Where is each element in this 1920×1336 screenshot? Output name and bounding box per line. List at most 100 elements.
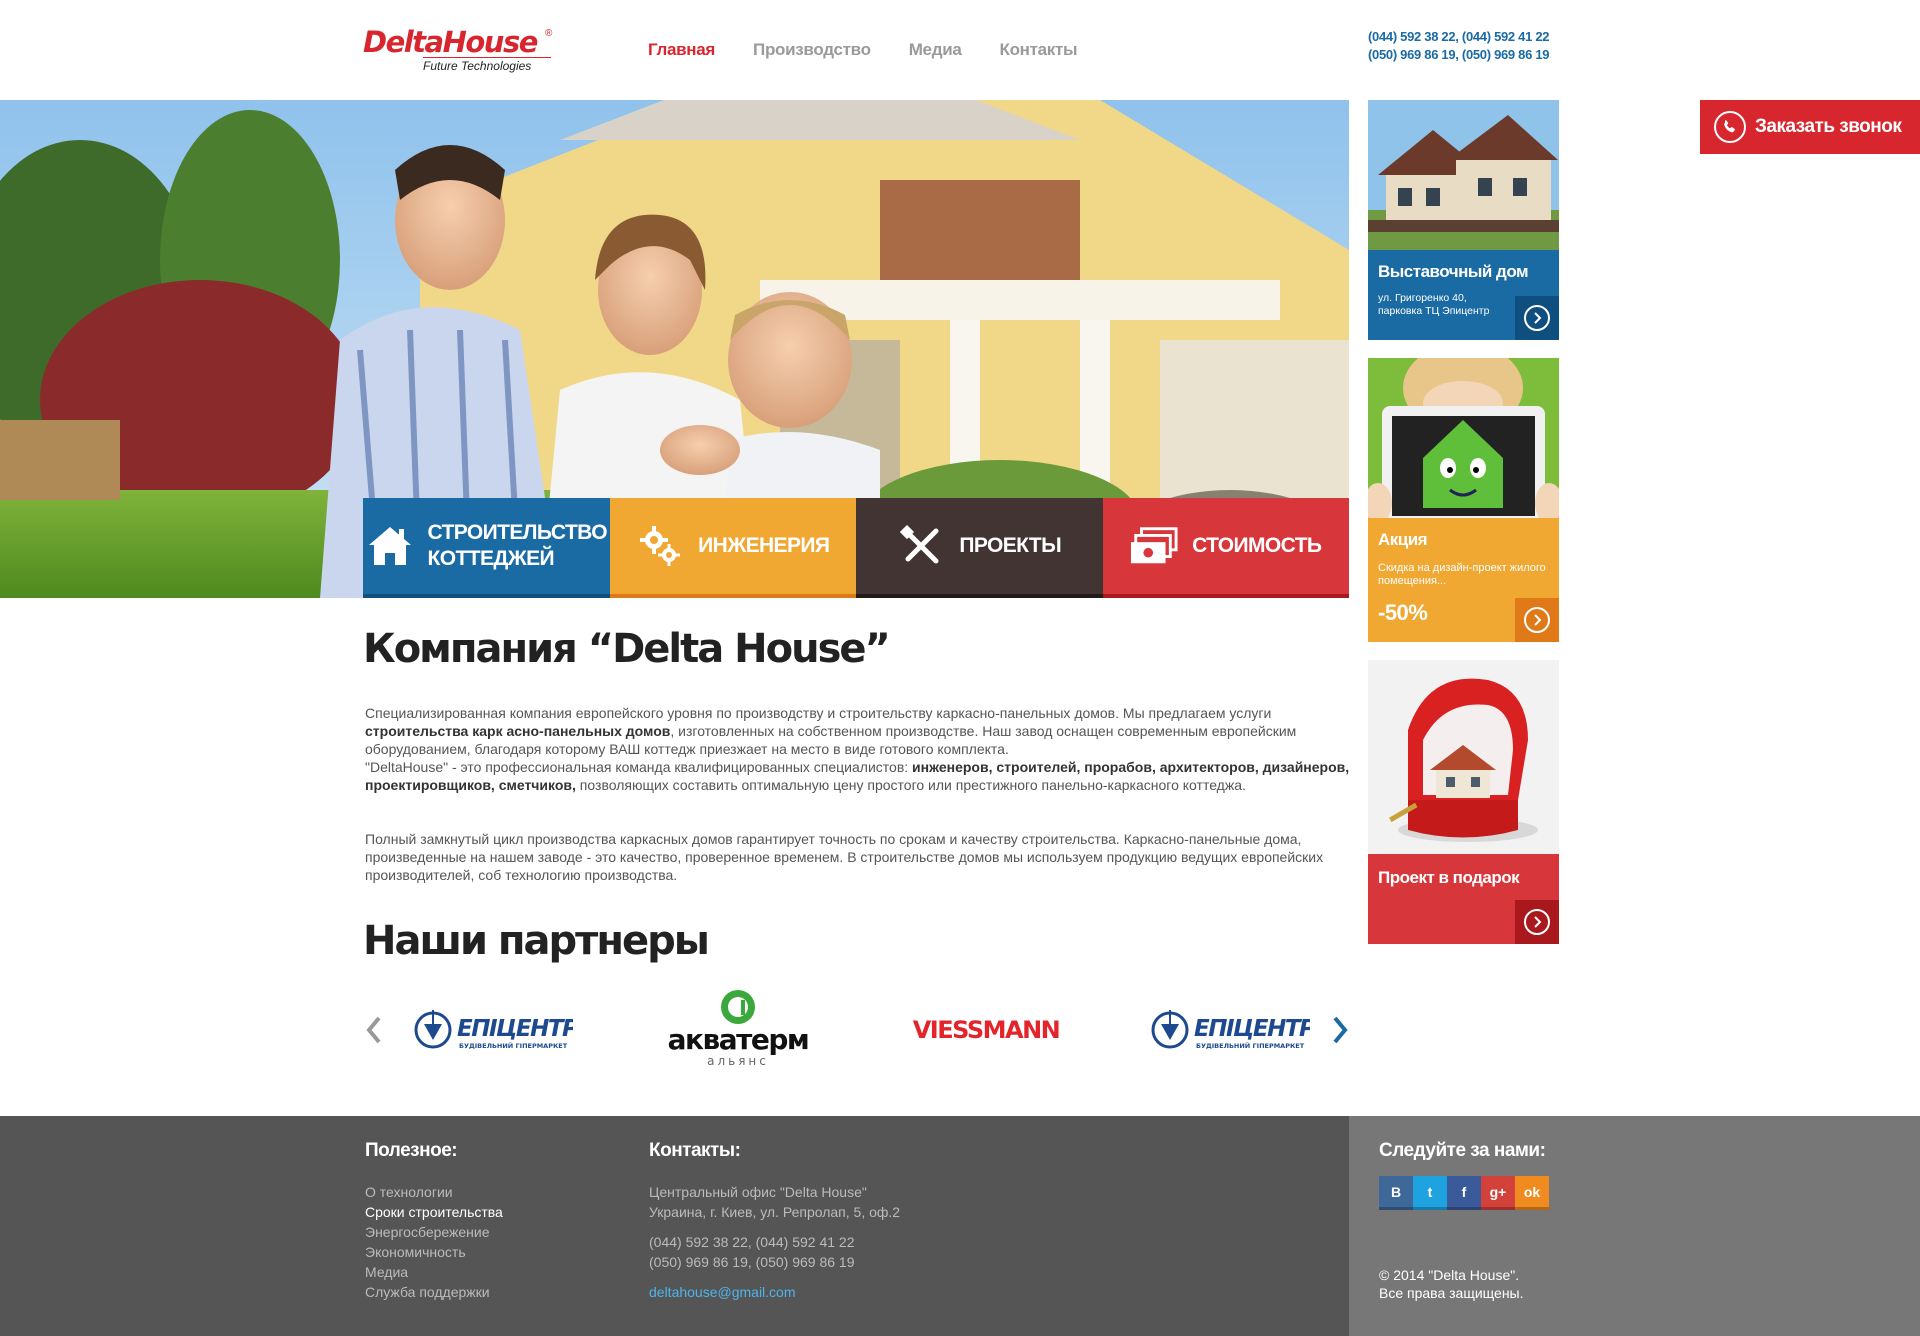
promo-image bbox=[1368, 358, 1559, 523]
exhibition-house-image bbox=[1368, 100, 1559, 250]
page-title: Компания “Delta House” bbox=[363, 626, 891, 672]
exhibition-house-title: Выставочный дом bbox=[1378, 262, 1529, 281]
exhibition-house-go-button[interactable] bbox=[1515, 296, 1559, 340]
card-promo[interactable]: Акция Скидка на дизайн-проект жилого пом… bbox=[1368, 358, 1559, 642]
card-gift-project[interactable]: Проект в подарок bbox=[1368, 660, 1559, 944]
gift-project-go-button[interactable] bbox=[1515, 900, 1559, 944]
logo[interactable]: DeltaHouse ® Future Technologies bbox=[363, 26, 553, 74]
footer-phones-1: (044) 592 38 22, (044) 592 41 22 bbox=[649, 1234, 855, 1250]
nav-item-media[interactable]: Медиа bbox=[909, 40, 962, 60]
intro-text-f: позволяющих составить оптимальную цену п… bbox=[575, 777, 1246, 793]
gift-project-image bbox=[1368, 660, 1559, 854]
logo-tagline: Future Technologies bbox=[423, 57, 551, 73]
tile-projects[interactable]: Проекты bbox=[856, 498, 1103, 598]
footer-contacts: Центральный офис "Delta House" Украина, … bbox=[649, 1182, 900, 1302]
nav-item-contacts[interactable]: Контакты bbox=[1000, 40, 1078, 60]
intro-text-a: Специализированная компания европейского… bbox=[365, 705, 1272, 721]
cycle-paragraph: Полный замкнутый цикл производства карка… bbox=[365, 831, 1324, 883]
header-phones: (044) 592 38 22, (044) 592 41 22 (050) 9… bbox=[1368, 28, 1550, 64]
footer-link-energy-saving[interactable]: Энергосбережение bbox=[365, 1222, 503, 1242]
tile-cost-label: Стоимость bbox=[1192, 534, 1322, 557]
partner-sub-epicenter-2: БУДІВЕЛЬНИЙ ГІПЕРМАРКЕТ bbox=[1196, 1041, 1305, 1050]
tile-cottage-label: Строительство коттеджей bbox=[427, 520, 608, 572]
chevron-right-icon bbox=[1524, 607, 1550, 633]
partner-logo-viessmann[interactable]: VIESSMANN bbox=[901, 980, 1071, 1080]
social-facebook-button[interactable]: f bbox=[1447, 1176, 1481, 1210]
googleplus-icon: g+ bbox=[1489, 1183, 1507, 1200]
partners-title: Наши партнеры bbox=[363, 918, 710, 964]
footer-email-link[interactable]: deltahouse@gmail.com bbox=[649, 1282, 900, 1302]
tile-engineering-label: Инженерия bbox=[698, 534, 830, 557]
copyright: © 2014 "Delta House". Все права защищены… bbox=[1379, 1266, 1524, 1302]
promo-panel: Акция Скидка на дизайн-проект жилого пом… bbox=[1368, 518, 1559, 642]
header-phones-line1: (044) 592 38 22, (044) 592 41 22 bbox=[1368, 29, 1550, 44]
social-odnoklassniki-button[interactable]: ok bbox=[1515, 1176, 1549, 1210]
tile-cottage-construction[interactable]: Строительство коттеджей bbox=[363, 498, 610, 598]
tile-engineering[interactable]: Инженерия bbox=[609, 498, 856, 598]
footer-useful-links: О технологии Сроки строительства Энергос… bbox=[365, 1182, 503, 1302]
partner-logo-epicenter-1[interactable]: ЕПІЦЕНТР БУДІВЕЛЬНИЙ ГІПЕРМАРКЕТ bbox=[408, 980, 578, 1080]
house-icon bbox=[366, 522, 414, 570]
exhibition-house-panel: Выставочный дом ул. Григоренко 40, парко… bbox=[1368, 250, 1559, 340]
tile-cottage-label-line2: коттеджей bbox=[427, 547, 555, 570]
nav-item-production[interactable]: Производство bbox=[753, 40, 871, 60]
partner-name-epicenter-1: ЕПІЦЕНТР bbox=[457, 1016, 573, 1042]
callback-label: Заказать звонок bbox=[1755, 116, 1902, 137]
chevron-right-icon bbox=[1333, 1016, 1348, 1044]
logo-registered-mark: ® bbox=[545, 28, 553, 39]
partner-name-akvaterm: акватерм bbox=[668, 1023, 809, 1056]
footer-link-media[interactable]: Медиа bbox=[365, 1262, 503, 1282]
facebook-icon: f bbox=[1461, 1183, 1467, 1200]
copyright-line2: Все права защищены. bbox=[1379, 1285, 1524, 1301]
footer-office: Центральный офис "Delta House" bbox=[649, 1184, 867, 1200]
footer-link-construction-terms[interactable]: Сроки строительства bbox=[365, 1202, 503, 1222]
tile-projects-label: Проекты bbox=[959, 534, 1062, 557]
intro-text-d: "DeltaHouse" - это профессиональная кома… bbox=[365, 759, 913, 775]
chevron-right-icon bbox=[1524, 305, 1550, 331]
header: DeltaHouse ® Future Technologies Главная… bbox=[0, 0, 1920, 100]
footer-link-economy[interactable]: Экономичность bbox=[365, 1242, 503, 1262]
intro-paragraph: Специализированная компания европейского… bbox=[365, 704, 1350, 794]
vk-icon: B bbox=[1390, 1183, 1402, 1200]
footer-link-support[interactable]: Служба поддержки bbox=[365, 1282, 503, 1302]
footer-phones-2: (050) 969 86 19, (050) 969 86 19 bbox=[649, 1254, 855, 1270]
phone-icon bbox=[1714, 111, 1746, 143]
main-nav: Главная Производство Медиа Контакты bbox=[648, 40, 1115, 60]
copyright-line1: © 2014 "Delta House". bbox=[1379, 1267, 1520, 1283]
tile-cost[interactable]: Стоимость bbox=[1102, 498, 1349, 598]
partner-logo-epicenter-2[interactable]: ЕПІЦЕНТР БУДІВЕЛЬНИЙ ГІПЕРМАРКЕТ bbox=[1145, 980, 1315, 1080]
odnoklassniki-icon: ok bbox=[1523, 1183, 1541, 1200]
callback-button[interactable]: Заказать звонок bbox=[1700, 100, 1920, 154]
twitter-icon: t bbox=[1427, 1183, 1433, 1200]
gift-project-panel: Проект в подарок bbox=[1368, 854, 1559, 944]
logo-wordmark: DeltaHouse bbox=[363, 25, 538, 59]
promo-go-button[interactable] bbox=[1515, 598, 1559, 642]
promo-title: Акция bbox=[1378, 530, 1428, 549]
tools-icon bbox=[897, 522, 945, 570]
footer-useful-title: Полезное: bbox=[365, 1140, 458, 1161]
footer-follow-title: Следуйте за нами: bbox=[1379, 1140, 1546, 1161]
partner-name-epicenter-2: ЕПІЦЕНТР bbox=[1194, 1016, 1310, 1042]
chevron-left-icon bbox=[366, 1016, 381, 1044]
carousel-prev-button[interactable] bbox=[363, 1012, 383, 1048]
partner-logo-akvaterm[interactable]: акватерм альянс bbox=[653, 980, 823, 1080]
social-twitter-button[interactable]: t bbox=[1413, 1176, 1447, 1210]
card-exhibition-house[interactable]: Выставочный дом ул. Григоренко 40, парко… bbox=[1368, 100, 1559, 340]
header-phones-line2: (050) 969 86 19, (050) 969 86 19 bbox=[1368, 47, 1550, 62]
social-googleplus-button[interactable]: g+ bbox=[1481, 1176, 1515, 1210]
tile-cottage-label-line1: Строительство bbox=[427, 521, 608, 544]
partner-sub-akvaterm: альянс bbox=[707, 1054, 769, 1068]
social-vk-button[interactable]: B bbox=[1379, 1176, 1413, 1210]
footer-contacts-title: Контакты: bbox=[649, 1140, 741, 1161]
chevron-right-icon bbox=[1524, 909, 1550, 935]
footer-link-technology[interactable]: О технологии bbox=[365, 1182, 503, 1202]
nav-item-home[interactable]: Главная bbox=[648, 40, 715, 60]
partners-carousel: ЕПІЦЕНТР БУДІВЕЛЬНИЙ ГІПЕРМАРКЕТ акватер… bbox=[363, 980, 1353, 1080]
footer-address: Украина, г. Киев, ул. Репролап, 5, оф.2 bbox=[649, 1204, 901, 1220]
partner-name-viessmann: VIESSMANN bbox=[913, 1016, 1060, 1044]
gears-icon bbox=[636, 522, 684, 570]
service-tiles: Строительство коттеджей Инженерия bbox=[363, 498, 1349, 598]
promo-description: Скидка на дизайн-проект жилого помещения… bbox=[1378, 562, 1546, 587]
money-icon bbox=[1130, 522, 1178, 570]
carousel-next-button[interactable] bbox=[1331, 1012, 1351, 1048]
